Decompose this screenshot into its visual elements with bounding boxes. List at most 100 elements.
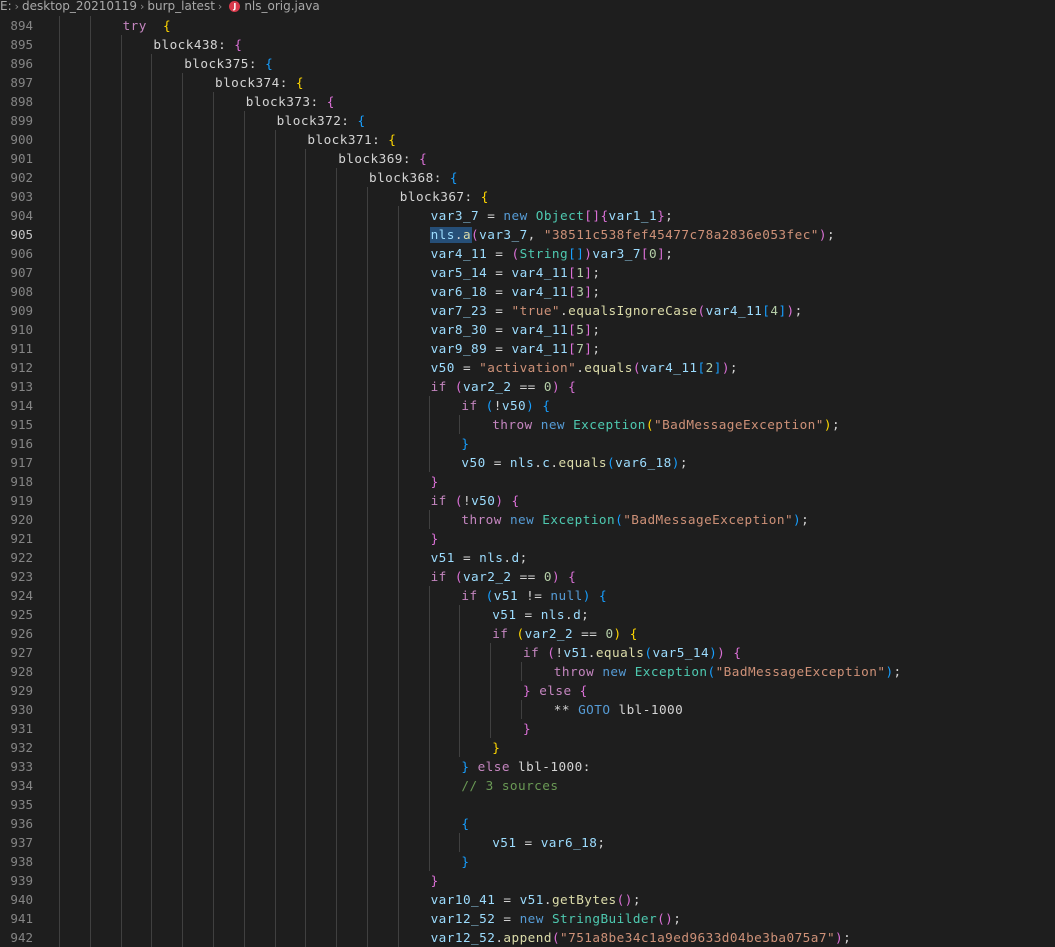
code-line[interactable]: 903 block367: { [0,187,1055,206]
indent-guide [398,529,399,548]
code-line[interactable]: 912 v50 = "activation".equals(var4_11[2])… [0,358,1055,377]
code-line[interactable]: 895 block438: { [0,35,1055,54]
indent-guide [121,396,122,415]
code-line[interactable]: 904 var3_7 = new Object[]{var1_1}; [0,206,1055,225]
indent-guide [59,130,60,149]
code-line[interactable]: 902 block368: { [0,168,1055,187]
code-line[interactable]: 910 var8_30 = var4_11[5]; [0,320,1055,339]
indent-guide [336,662,337,681]
breadcrumb-item[interactable]: desktop_20210119 [22,0,137,12]
code-line[interactable]: 928 throw new Exception("BadMessageExcept… [0,662,1055,681]
code-line[interactable]: 942 var12_52.append("751a8be34c1a9ed9633d… [0,928,1055,947]
indent-guide [459,624,460,643]
code-line[interactable]: 940 var10_41 = v51.getBytes(); [0,890,1055,909]
code-line[interactable]: 908 var6_18 = var4_11[3]; [0,282,1055,301]
code-line[interactable]: 935 [0,795,1055,814]
code-line[interactable]: 933} else lbl-1000: [0,757,1055,776]
indent-guide [59,719,60,738]
code-line[interactable]: 907 var5_14 = var4_11[1]; [0,263,1055,282]
code-line[interactable]: 939} [0,871,1055,890]
code-line[interactable]: 896 block375: { [0,54,1055,73]
indent-guide [151,434,152,453]
code-line[interactable]: 917 v50 = nls.c.equals(var6_18); [0,453,1055,472]
code-line[interactable]: 918} [0,472,1055,491]
code-line[interactable]: 916} [0,434,1055,453]
indent-guide [121,301,122,320]
code-line[interactable]: 915 throw new Exception("BadMessageExcept… [0,415,1055,434]
code-line[interactable]: 897 block374: { [0,73,1055,92]
code-line[interactable]: 911 var9_89 = var4_11[7]; [0,339,1055,358]
indent-guide [275,320,276,339]
code-line[interactable]: 900 block371: { [0,130,1055,149]
code-line[interactable]: 930 ** GOTO lbl-1000 [0,700,1055,719]
indent-guide [459,738,460,757]
code-line[interactable]: 921} [0,529,1055,548]
indent-guide [59,510,60,529]
indent-guide [59,225,60,244]
breadcrumb-item[interactable]: E: [0,0,12,12]
code-line[interactable]: 906 var4_11 = (String[])var3_7[0]; [0,244,1055,263]
line-number: 919 [10,493,33,508]
code-line[interactable]: 927 if (!v51.equals(var5_14)) { [0,643,1055,662]
indent-guide [182,358,183,377]
indent-guide [213,415,214,434]
indent-guide [121,909,122,928]
code-line[interactable]: 905 nls.a(var3_7, "38511c538fef45477c78a2… [0,225,1055,244]
line-number: 914 [10,398,33,413]
breadcrumb-item[interactable]: nls_orig.java [244,0,319,12]
indent-guide [367,244,368,263]
indent-guide [305,225,306,244]
code-line[interactable]: 894 try { [0,16,1055,35]
indent-guide [459,719,460,738]
indent-guide [367,282,368,301]
indent-guide [367,814,368,833]
code-line[interactable]: 899 block372: { [0,111,1055,130]
indent-guide [305,244,306,263]
code-line[interactable]: 938} [0,852,1055,871]
code-text: block367: { [399,189,489,204]
indent-guide [244,225,245,244]
code-editor[interactable]: 894 try {895 block438: {896 block375: {897 b… [0,16,1055,947]
indent-guide [59,320,60,339]
indent-guide [275,681,276,700]
code-line[interactable]: 909 var7_23 = "true".equalsIgnoreCase(var… [0,301,1055,320]
code-line[interactable]: 931} [0,719,1055,738]
code-line[interactable]: 901 block369: { [0,149,1055,168]
indent-guide [244,567,245,586]
indent-guide [59,92,60,111]
indent-guide [305,852,306,871]
indent-guide [244,738,245,757]
code-line[interactable]: 925 v51 = nls.d; [0,605,1055,624]
code-line[interactable]: 929} else { [0,681,1055,700]
code-line[interactable]: 914 if (!v50) { [0,396,1055,415]
code-line[interactable]: 936 { [0,814,1055,833]
indent-guide [429,681,430,700]
indent-guide [182,472,183,491]
indent-guide [244,377,245,396]
code-line[interactable]: 923 if (var2_2 == 0) { [0,567,1055,586]
code-line[interactable]: 937 v51 = var6_18; [0,833,1055,852]
indent-guide [275,225,276,244]
indent-guide [182,263,183,282]
indent-guide [459,681,460,700]
code-line[interactable]: 922 v51 = nls.d; [0,548,1055,567]
code-line[interactable]: 924 if (v51 != null) { [0,586,1055,605]
indent-guide [121,206,122,225]
breadcrumb-item[interactable]: burp_latest [147,0,215,12]
code-line[interactable]: 941 var12_52 = new StringBuilder(); [0,909,1055,928]
java-file-icon: J [229,1,241,12]
indent-guide [275,719,276,738]
code-line[interactable]: 926 if (var2_2 == 0) { [0,624,1055,643]
code-line[interactable]: 934 // 3 sources [0,776,1055,795]
indent-guide [305,928,306,947]
code-line[interactable]: 898 block373: { [0,92,1055,111]
code-line[interactable]: 919 if (!v50) { [0,491,1055,510]
code-line[interactable]: 932} [0,738,1055,757]
code-line[interactable]: 913 if (var2_2 == 0) { [0,377,1055,396]
indent-guide [275,263,276,282]
indent-guide [151,130,152,149]
line-number: 918 [10,474,33,489]
indent-guide [244,168,245,187]
indent-guide [398,282,399,301]
code-line[interactable]: 920 throw new Exception("BadMessageExcept… [0,510,1055,529]
